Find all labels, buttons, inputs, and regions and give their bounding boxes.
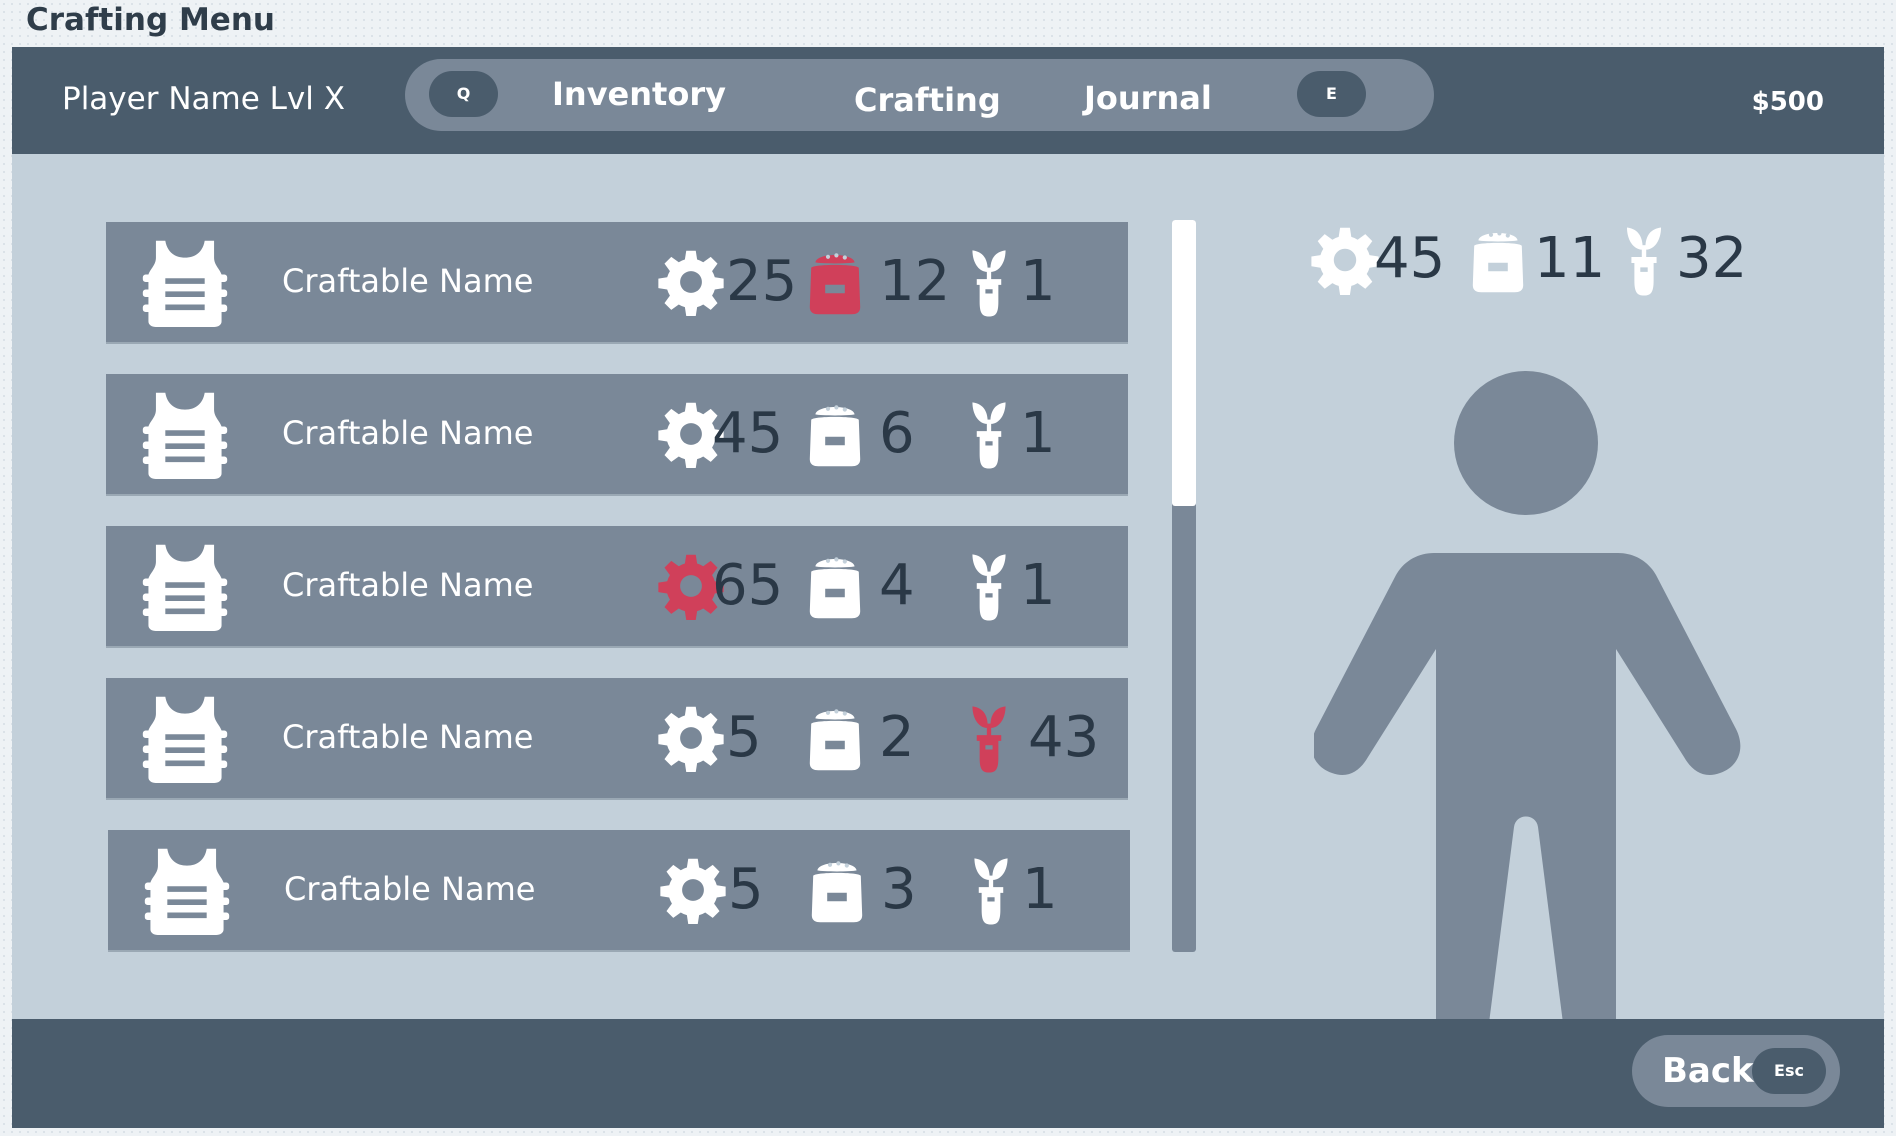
vest-armor-icon (142, 237, 228, 327)
gear-cost: 5 (728, 857, 764, 922)
sack-cost: 4 (879, 553, 915, 618)
seedling-icon (969, 550, 1009, 622)
craftable-row[interactable]: Craftable Name 45 6 1 (106, 374, 1128, 494)
gear-cost: 5 (726, 705, 762, 770)
craftable-row[interactable]: Craftable Name 5 2 43 (106, 678, 1128, 798)
craftable-name: Craftable Name (282, 566, 534, 604)
scrollbar-thumb[interactable] (1172, 220, 1196, 506)
craftable-name: Craftable Name (282, 414, 534, 452)
sack-icon (806, 399, 864, 469)
vest-armor-icon (144, 845, 230, 935)
sack-cost: 3 (881, 857, 917, 922)
gear-icon (1310, 223, 1380, 297)
gear-icon (657, 702, 725, 774)
sack-icon (806, 551, 864, 621)
sack-icon (806, 703, 864, 773)
tab-inventory[interactable]: Inventory (552, 75, 726, 113)
craftables-scrollbar[interactable] (1172, 220, 1196, 952)
gear-cost: 45 (712, 401, 784, 466)
seedling-icon (969, 702, 1009, 774)
plant-cost: 1 (1020, 249, 1056, 314)
tab-journal[interactable]: Journal (1084, 79, 1212, 117)
gear-icon (659, 854, 727, 926)
gear-cost: 25 (726, 249, 798, 314)
total-sack: 11 (1534, 226, 1606, 291)
tab-crafting[interactable]: Crafting (854, 81, 1001, 119)
plant-cost: 1 (1022, 857, 1058, 922)
seedling-icon (971, 854, 1011, 926)
total-plant: 32 (1676, 226, 1748, 291)
player-name-label: Player Name Lvl X (62, 81, 345, 117)
craftable-row[interactable]: Craftable Name 65 4 1 (106, 526, 1128, 646)
craftable-name: Craftable Name (282, 262, 534, 300)
top-bar: Player Name Lvl X Q Inventory Crafting J… (12, 47, 1884, 154)
seedling-icon (969, 398, 1009, 470)
escape-key-hint[interactable]: Esc (1752, 1048, 1826, 1094)
craftable-name: Craftable Name (282, 718, 534, 756)
back-button[interactable]: Back Esc (1632, 1035, 1840, 1107)
sack-icon (806, 247, 864, 317)
total-gear: 45 (1374, 226, 1446, 291)
window-title: Crafting Menu (26, 2, 275, 38)
prev-tab-key-hint[interactable]: Q (429, 71, 498, 117)
sack-icon (1469, 225, 1527, 295)
gear-cost: 65 (712, 553, 784, 618)
craftable-name: Craftable Name (284, 870, 536, 908)
tab-bar: Q Inventory Crafting Journal E (405, 59, 1434, 131)
money-label: $500 (1751, 87, 1824, 117)
plant-cost: 43 (1028, 705, 1100, 770)
vest-armor-icon (142, 541, 228, 631)
gear-icon (657, 246, 725, 318)
craftable-row[interactable]: Craftable Name 5 3 1 (108, 830, 1130, 950)
character-silhouette (1314, 371, 1741, 1055)
sack-cost: 12 (879, 249, 951, 314)
sack-cost: 6 (879, 401, 915, 466)
next-tab-key-hint[interactable]: E (1297, 71, 1366, 117)
inventory-totals: 45 11 32 (1294, 221, 1774, 311)
sack-cost: 2 (879, 705, 915, 770)
back-button-label: Back (1662, 1051, 1754, 1091)
vest-armor-icon (142, 389, 228, 479)
bottom-bar: Back Esc (12, 1019, 1884, 1128)
craftable-row[interactable]: Craftable Name 25 12 1 (106, 222, 1128, 342)
sack-icon (808, 855, 866, 925)
plant-cost: 1 (1020, 553, 1056, 618)
seedling-icon (969, 246, 1009, 318)
seedling-icon (1624, 223, 1664, 297)
plant-cost: 1 (1020, 401, 1056, 466)
vest-armor-icon (142, 693, 228, 783)
crafting-menu-panel: Player Name Lvl X Q Inventory Crafting J… (12, 47, 1884, 1128)
